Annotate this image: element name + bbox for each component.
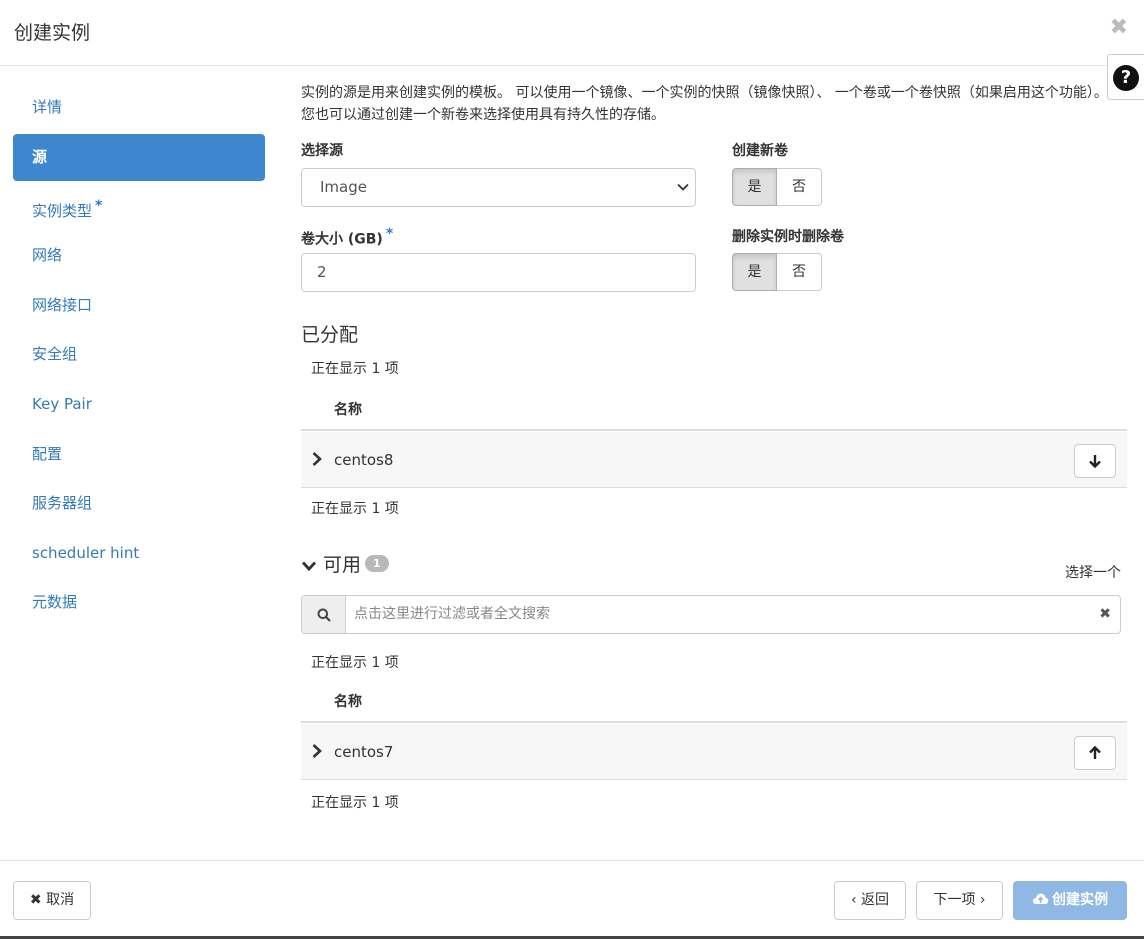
source-description: 实例的源是用来创建实例的模板。 可以使用一个镜像、一个实例的快照（镜像快照）、 … xyxy=(301,85,1108,123)
select-one-hint: 选择一个 xyxy=(1065,565,1121,581)
delete-volume-no-button[interactable]: 否 xyxy=(777,253,822,291)
nav-item-label: 网络接口 xyxy=(32,295,93,314)
required-marker: * xyxy=(385,226,394,242)
allocated-count-top: 正在显示 1 项 xyxy=(311,361,399,377)
next-button[interactable]: 下一项 › xyxy=(916,881,1003,920)
available-title: 可用 xyxy=(323,554,362,576)
available-count-top: 正在显示 1 项 xyxy=(311,655,399,671)
nav-item-server-groups[interactable]: 服务器组 xyxy=(13,480,265,530)
clear-search-icon[interactable]: ✖ xyxy=(1099,606,1111,622)
available-table-row: centos7 xyxy=(301,724,1127,780)
nav-item-label: 网络 xyxy=(32,246,63,265)
source-type-select[interactable]: Image xyxy=(301,168,696,207)
modal-title: 创建实例 xyxy=(14,22,91,44)
allocated-table-header: 名称 xyxy=(301,387,1127,431)
nav-item-label: 源 xyxy=(32,147,48,166)
volume-size-label: 卷大小 (GB) * xyxy=(301,226,393,249)
delete-volume-label: 删除实例时删除卷 xyxy=(732,229,844,245)
row-name: centos7 xyxy=(334,743,394,761)
nav-item-scheduler-hint[interactable]: scheduler hint xyxy=(13,530,265,580)
allocate-button[interactable] xyxy=(1074,736,1116,770)
create-instance-button[interactable]: 创建实例 xyxy=(1013,881,1127,920)
create-volume-label: 创建新卷 xyxy=(732,143,788,159)
volume-size-input[interactable]: 2 xyxy=(301,253,696,292)
chevron-right-icon[interactable] xyxy=(311,451,323,467)
nav-item-source[interactable]: 源 xyxy=(13,133,265,181)
search-input[interactable]: 点击这里进行过滤或者全文搜索 xyxy=(354,596,1054,633)
modal-header: 创建实例 ✖ xyxy=(0,0,1144,66)
nav-item-label: scheduler hint xyxy=(32,543,140,562)
search-addon xyxy=(302,596,346,633)
source-type-value: Image xyxy=(320,178,367,196)
available-count-badge: 1 xyxy=(365,555,389,572)
select-source-label: 选择源 xyxy=(301,143,343,159)
search-icon xyxy=(317,608,331,622)
available-count-bottom: 正在显示 1 项 xyxy=(311,795,399,811)
available-table-header: 名称 xyxy=(301,679,1127,723)
required-marker: * xyxy=(95,197,103,214)
delete-volume-toggle: 是 否 xyxy=(732,253,822,291)
chevron-down-icon xyxy=(301,561,317,571)
nav-item-details[interactable]: 详情 xyxy=(13,84,265,134)
row-name: centos8 xyxy=(334,451,394,469)
chevron-down-icon xyxy=(677,183,689,191)
cancel-button[interactable]: ✖ 取消 xyxy=(13,881,91,920)
column-header-name: 名称 xyxy=(334,694,362,710)
cloud-upload-icon xyxy=(1032,893,1049,904)
nav-item-label: 配置 xyxy=(32,444,63,463)
arrow-down-icon xyxy=(1089,455,1101,468)
nav-item-configuration[interactable]: 配置 xyxy=(13,431,265,481)
nav-item-metadata[interactable]: 元数据 xyxy=(13,579,265,629)
search-bar: 点击这里进行过滤或者全文搜索 ✖ xyxy=(301,595,1121,634)
nav-item-label: 实例类型 xyxy=(32,201,93,220)
nav-item-label: 详情 xyxy=(32,98,63,116)
nav-item-security-groups[interactable]: 安全组 xyxy=(13,331,265,381)
nav-item-label: 安全组 xyxy=(32,345,78,364)
close-icon[interactable]: ✖ xyxy=(1110,15,1128,40)
nav-item-networks[interactable]: 网络 xyxy=(13,232,265,282)
nav-item-flavor[interactable]: 实例类型 * xyxy=(13,183,265,233)
nav-item-key-pair[interactable]: Key Pair xyxy=(13,381,265,431)
wizard-nav: 详情 源 实例类型 * 网络 网络接口 安全组 Key Pair 配置 服务器组 … xyxy=(13,84,265,629)
arrow-up-icon xyxy=(1089,746,1101,759)
delete-volume-yes-button[interactable]: 是 xyxy=(732,253,777,291)
allocated-heading: 已分配 xyxy=(301,324,359,346)
nav-item-label: Key Pair xyxy=(32,394,92,413)
chevron-right-icon[interactable] xyxy=(311,743,323,759)
create-volume-toggle: 是 否 xyxy=(732,168,822,206)
back-button[interactable]: ‹ 返回 xyxy=(834,881,906,920)
nav-item-label: 服务器组 xyxy=(32,494,93,513)
deallocate-button[interactable] xyxy=(1074,444,1116,478)
allocated-table-row: centos8 xyxy=(301,432,1127,488)
column-header-name: 名称 xyxy=(334,402,362,418)
source-panel: 实例的源是用来创建实例的模板。 可以使用一个镜像、一个实例的快照（镜像快照）、 … xyxy=(301,82,1127,811)
modal-footer: ✖ 取消 ‹ 返回 下一项 › 创建实例 xyxy=(0,860,1144,939)
create-volume-yes-button[interactable]: 是 xyxy=(732,168,777,206)
create-instance-label: 创建实例 xyxy=(1052,892,1108,908)
volume-size-label-text: 卷大小 (GB) xyxy=(301,231,383,248)
create-volume-no-button[interactable]: 否 xyxy=(777,168,822,206)
nav-item-label: 元数据 xyxy=(32,593,78,612)
available-heading[interactable]: 可用 1 xyxy=(301,550,389,577)
allocated-count-bottom: 正在显示 1 项 xyxy=(311,501,399,517)
nav-item-network-ports[interactable]: 网络接口 xyxy=(13,282,265,332)
